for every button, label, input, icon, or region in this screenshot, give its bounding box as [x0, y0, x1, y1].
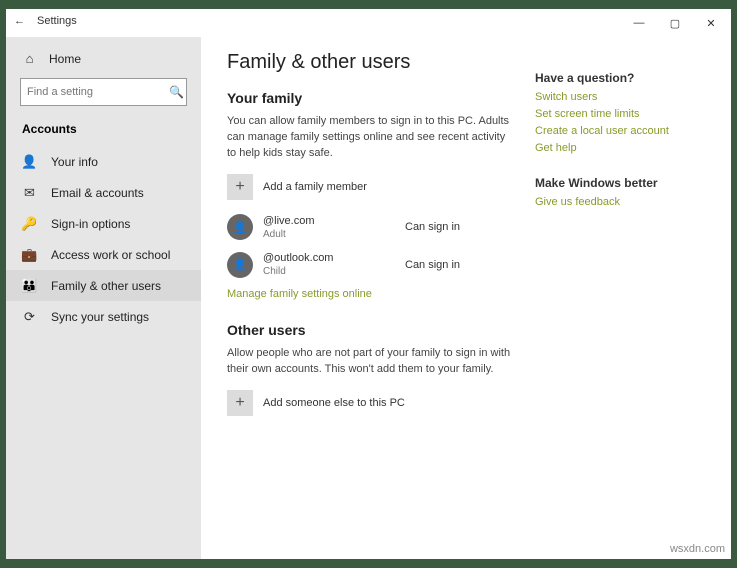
sidebar-item-email[interactable]: ✉ Email & accounts [6, 177, 201, 208]
add-other-user-button[interactable]: + Add someone else to this PC [227, 390, 515, 416]
sidebar: ⌂ Home 🔍 Accounts 👤 Your info ✉ Email & … [6, 37, 201, 559]
member-email: @live.com [263, 214, 405, 228]
main-column: Family & other users Your family You can… [227, 51, 535, 559]
family-icon: 👪 [22, 278, 37, 293]
aside-column: Have a question? Switch users Set screen… [535, 51, 705, 559]
your-family-desc: You can allow family members to sign in … [227, 114, 515, 162]
sidebar-item-label: Family & other users [51, 279, 161, 293]
member-role: Adult [263, 228, 405, 241]
add-family-label: Add a family member [263, 181, 367, 193]
minimize-button[interactable]: — [621, 9, 657, 37]
home-button[interactable]: ⌂ Home [6, 45, 201, 78]
member-status: Can sign in [405, 259, 515, 271]
avatar-icon: 👤 [227, 252, 253, 278]
sidebar-item-signin[interactable]: 🔑 Sign-in options [6, 208, 201, 239]
sidebar-item-work-school[interactable]: 💼 Access work or school [6, 239, 201, 270]
mail-icon: ✉ [22, 185, 37, 200]
page-title: Family & other users [227, 51, 515, 74]
window-title: Settings [37, 15, 77, 27]
sidebar-item-label: Sign-in options [51, 217, 130, 231]
other-users-heading: Other users [227, 322, 515, 338]
other-users-desc: Allow people who are not part of your fa… [227, 346, 515, 378]
search-box[interactable]: 🔍 [20, 78, 187, 106]
your-family-heading: Your family [227, 90, 515, 106]
add-family-member-button[interactable]: + Add a family member [227, 174, 515, 200]
feedback-heading: Make Windows better [535, 176, 705, 190]
sync-icon: ⟳ [22, 309, 37, 324]
briefcase-icon: 💼 [22, 247, 37, 262]
search-icon: 🔍 [169, 85, 184, 99]
titlebar: ← Settings — ▢ ✕ [6, 9, 731, 37]
sidebar-item-label: Access work or school [51, 248, 170, 262]
manage-family-link[interactable]: Manage family settings online [227, 288, 515, 300]
help-link-local-account[interactable]: Create a local user account [535, 125, 705, 137]
feedback-link[interactable]: Give us feedback [535, 196, 705, 208]
sidebar-item-label: Sync your settings [51, 310, 149, 324]
home-label: Home [49, 52, 81, 66]
help-link-get-help[interactable]: Get help [535, 142, 705, 154]
home-icon: ⌂ [22, 51, 37, 66]
search-input[interactable] [27, 86, 169, 98]
family-member-row[interactable]: 👤 @live.com Adult Can sign in [227, 214, 515, 241]
add-other-label: Add someone else to this PC [263, 397, 405, 409]
close-button[interactable]: ✕ [693, 9, 729, 37]
sidebar-item-label: Your info [51, 155, 98, 169]
window-controls: — ▢ ✕ [621, 9, 729, 37]
sidebar-item-sync[interactable]: ⟳ Sync your settings [6, 301, 201, 332]
member-role: Child [263, 265, 405, 278]
plus-icon: + [227, 174, 253, 200]
member-status: Can sign in [405, 221, 515, 233]
family-member-row[interactable]: 👤 @outlook.com Child Can sign in [227, 251, 515, 278]
key-icon: 🔑 [22, 216, 37, 231]
member-email: @outlook.com [263, 251, 405, 265]
maximize-button[interactable]: ▢ [657, 9, 693, 37]
person-icon: 👤 [22, 154, 37, 169]
help-link-screen-time[interactable]: Set screen time limits [535, 108, 705, 120]
sidebar-item-family[interactable]: 👪 Family & other users [6, 270, 201, 301]
content-area: Family & other users Your family You can… [201, 37, 731, 559]
watermark: wsxdn.com [670, 543, 725, 555]
plus-icon: + [227, 390, 253, 416]
avatar-icon: 👤 [227, 214, 253, 240]
sidebar-item-your-info[interactable]: 👤 Your info [6, 146, 201, 177]
question-heading: Have a question? [535, 71, 705, 85]
help-link-switch-users[interactable]: Switch users [535, 91, 705, 103]
settings-window: ← Settings — ▢ ✕ ⌂ Home 🔍 Accounts 👤 You… [6, 9, 731, 559]
sidebar-item-label: Email & accounts [51, 186, 144, 200]
back-icon[interactable]: ← [14, 15, 25, 27]
category-header: Accounts [6, 118, 201, 146]
